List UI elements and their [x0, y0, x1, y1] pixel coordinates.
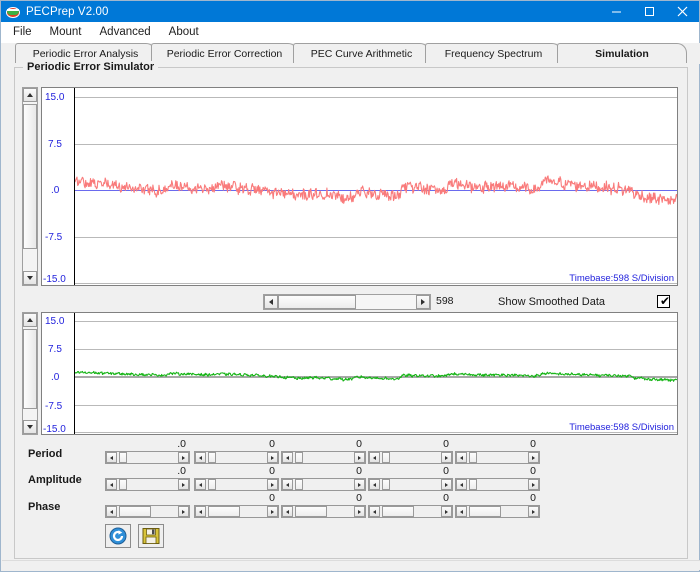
tab-simulation[interactable]: Simulation: [557, 43, 687, 63]
menu-item-about[interactable]: About: [160, 24, 208, 41]
timebase-thumb[interactable]: [278, 295, 356, 309]
phase-slider-1[interactable]: [105, 505, 190, 518]
period-slider-4[interactable]: [368, 451, 453, 464]
amplitude-slider-1[interactable]: [105, 478, 190, 491]
save-icon: [142, 527, 160, 545]
phase-slider-2[interactable]: [194, 505, 279, 518]
bottom-chart-panel: 15.0 7.5 .0 -7.5 -15.0 Timebase:598 S/Di…: [41, 312, 678, 435]
phase-slider-4[interactable]: [368, 505, 453, 518]
period-slider-5[interactable]: [455, 451, 540, 464]
period-label: Period: [28, 448, 62, 460]
top-ytick-4: -15.0: [43, 274, 66, 285]
checkbox-check-icon: ✔: [660, 296, 670, 307]
phase-value-5: 0: [471, 492, 536, 504]
bottom-ytick-1: 7.5: [48, 344, 62, 355]
bottom-ytick-3: -7.5: [45, 401, 62, 412]
tab-frequency-spectrum[interactable]: Frequency Spectrum: [425, 43, 562, 63]
amplitude-slider-3[interactable]: [281, 478, 366, 491]
refresh-button[interactable]: [105, 524, 131, 548]
top-scroll-down-button[interactable]: [23, 271, 37, 285]
phase-value-2: 0: [210, 492, 275, 504]
top-scroll-up-button[interactable]: [23, 88, 37, 102]
period-value-5: 0: [471, 438, 536, 450]
app-logo-icon: [6, 5, 20, 19]
timebase-right-button[interactable]: [416, 295, 430, 309]
bottom-plot-area: [75, 313, 677, 434]
bottom-ytick-0: 15.0: [45, 316, 64, 327]
menu-bar: File Mount Advanced About: [1, 22, 699, 44]
title-bar: PECPrep V2.00: [1, 1, 699, 22]
tab-periodic-error-analysis[interactable]: Periodic Error Analysis: [15, 43, 156, 63]
amplitude-value-3: 0: [297, 465, 362, 477]
period-value-1: .0: [121, 438, 186, 450]
maximize-button[interactable]: [633, 1, 666, 22]
period-slider-1[interactable]: [105, 451, 190, 464]
amplitude-value-5: 0: [471, 465, 536, 477]
phase-value-4: 0: [384, 492, 449, 504]
timebase-scrollbar[interactable]: [263, 294, 431, 310]
top-ytick-3: -7.5: [45, 232, 62, 243]
close-button[interactable]: [666, 1, 699, 22]
window-controls: [600, 1, 699, 22]
menu-item-file[interactable]: File: [4, 24, 41, 41]
bottom-ytick-2: .0: [51, 372, 59, 383]
bottom-scroll-thumb[interactable]: [23, 329, 37, 409]
period-value-2: 0: [210, 438, 275, 450]
bottom-ytick-4: -15.0: [43, 424, 66, 435]
phase-label: Phase: [28, 501, 60, 513]
top-chart-panel: 15.0 7.5 .0 -7.5 -15.0 Timebase:598 S/Di…: [41, 87, 678, 286]
amplitude-value-1: .0: [121, 465, 186, 477]
bottom-scroll-up-button[interactable]: [23, 313, 37, 327]
status-bar: [2, 560, 700, 570]
phase-slider-5[interactable]: [455, 505, 540, 518]
bottom-chart-vertical-scrollbar[interactable]: [22, 312, 38, 435]
top-series-path: [75, 88, 677, 285]
top-scroll-thumb[interactable]: [23, 104, 37, 249]
menu-item-mount[interactable]: Mount: [41, 24, 91, 41]
top-plot-area: [75, 88, 677, 285]
refresh-icon: [109, 527, 127, 545]
save-button[interactable]: [138, 524, 164, 548]
amplitude-slider-2[interactable]: [194, 478, 279, 491]
bottom-scroll-down-button[interactable]: [23, 420, 37, 434]
bottom-timebase-label: Timebase:598 S/Division: [569, 422, 674, 433]
period-value-3: 0: [297, 438, 362, 450]
tab-pec-curve-arithmetic[interactable]: PEC Curve Arithmetic: [293, 43, 430, 63]
group-title: Periodic Error Simulator: [23, 61, 158, 73]
pecprep-window: PECPrep V2.00 File Mount Advanced About …: [0, 0, 700, 572]
amplitude-slider-4[interactable]: [368, 478, 453, 491]
phase-slider-3[interactable]: [281, 505, 366, 518]
amplitude-value-4: 0: [384, 465, 449, 477]
bottom-series-path: [75, 313, 677, 434]
top-ytick-2: .0: [51, 185, 59, 196]
period-value-4: 0: [384, 438, 449, 450]
top-timebase-label: Timebase:598 S/Division: [569, 273, 674, 284]
amplitude-label: Amplitude: [28, 474, 82, 486]
amplitude-value-2: 0: [210, 465, 275, 477]
timebase-left-button[interactable]: [264, 295, 278, 309]
window-title: PECPrep V2.00: [26, 6, 109, 18]
top-ytick-0: 15.0: [45, 92, 64, 103]
top-ytick-1: 7.5: [48, 139, 62, 150]
phase-value-3: 0: [297, 492, 362, 504]
period-slider-3[interactable]: [281, 451, 366, 464]
period-slider-2[interactable]: [194, 451, 279, 464]
show-smoothed-data-checkbox[interactable]: ✔: [657, 295, 670, 308]
top-chart-vertical-scrollbar[interactable]: [22, 87, 38, 286]
show-smoothed-data-label: Show Smoothed Data: [498, 296, 605, 308]
minimize-button[interactable]: [600, 1, 633, 22]
tab-periodic-error-correction[interactable]: Periodic Error Correction: [151, 43, 298, 63]
menu-item-advanced[interactable]: Advanced: [91, 24, 160, 41]
amplitude-slider-5[interactable]: [455, 478, 540, 491]
timebase-value: 598: [436, 295, 466, 307]
